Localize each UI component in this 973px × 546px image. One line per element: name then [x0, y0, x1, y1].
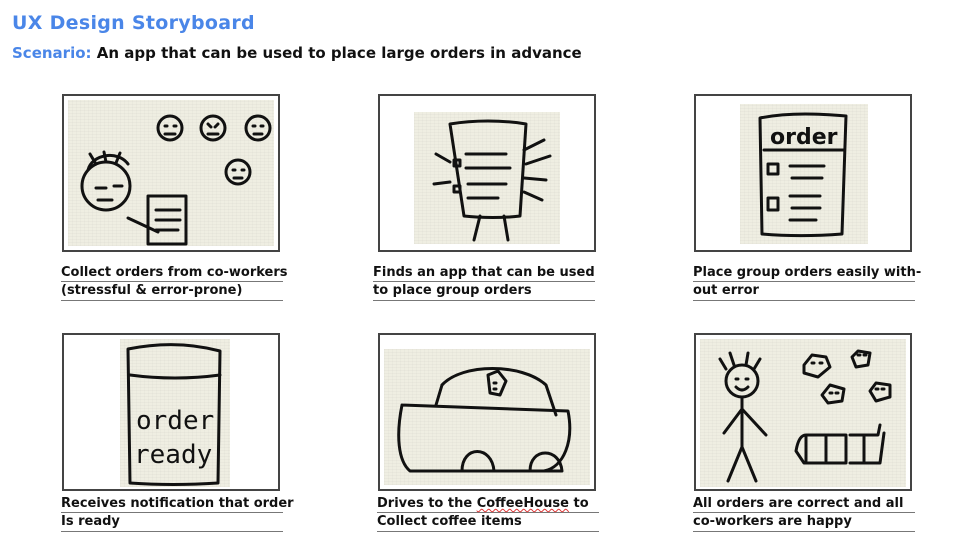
- sketch-finds-app: [414, 112, 560, 244]
- caption-5-pre: Drives to the: [377, 496, 477, 511]
- storyboard-panel-6: [694, 333, 912, 491]
- caption-6-line2: co-workers are happy: [693, 513, 915, 532]
- storyboard-panel-1: [62, 94, 280, 252]
- caption-3-line1: Place group orders easily with-: [693, 265, 922, 282]
- caption-5-post: to: [568, 496, 589, 511]
- caption-1-line1: Collect orders from co-workers: [61, 265, 288, 282]
- notification-line2: ready: [134, 440, 212, 470]
- notification-line1: order: [136, 406, 214, 436]
- sketch-notification: order ready: [120, 339, 230, 487]
- storyboard-panel-4: order ready: [62, 333, 280, 491]
- storyboard-panel-2: [378, 94, 596, 252]
- caption-5-line1: Drives to the CoffeeHouse to: [377, 495, 599, 513]
- caption-4-line2: Is ready: [61, 513, 283, 532]
- sketch-happy-coworkers: [700, 339, 906, 487]
- caption-5: Drives to the CoffeeHouse to Collect cof…: [377, 495, 599, 532]
- caption-2: Finds an app that can be used to place g…: [373, 264, 595, 301]
- scenario-line: Scenario: An app that can be used to pla…: [12, 44, 582, 62]
- caption-6: All orders are correct and all co-worker…: [693, 495, 915, 532]
- storyboard-panel-3: order: [694, 94, 912, 252]
- caption-2-line2: to place group orders: [373, 282, 595, 301]
- caption-1-line2: (stressful & error-prone): [61, 282, 283, 301]
- sketch-place-orders: order: [740, 104, 868, 244]
- caption-4-line1: Receives notification that order: [61, 496, 294, 513]
- caption-3: Place group orders easily with- out erro…: [693, 264, 922, 301]
- scenario-label: Scenario:: [12, 44, 92, 62]
- caption-2-line1: Finds an app that can be used: [373, 265, 595, 282]
- page-title: UX Design Storyboard: [12, 12, 255, 34]
- caption-5-brand: CoffeeHouse: [476, 496, 569, 511]
- caption-6-line1: All orders are correct and all: [693, 495, 915, 513]
- caption-3-line2: out error: [693, 282, 915, 301]
- phone-header-text: order: [770, 125, 838, 150]
- sketch-drives-car: [384, 349, 590, 485]
- caption-4: Receives notification that order Is read…: [61, 495, 294, 532]
- scenario-text: An app that can be used to place large o…: [96, 44, 582, 62]
- caption-5-line2: Collect coffee items: [377, 513, 599, 532]
- caption-1: Collect orders from co-workers (stressfu…: [61, 264, 288, 301]
- storyboard-panel-5: [378, 333, 596, 491]
- sketch-collect-orders: [68, 100, 274, 246]
